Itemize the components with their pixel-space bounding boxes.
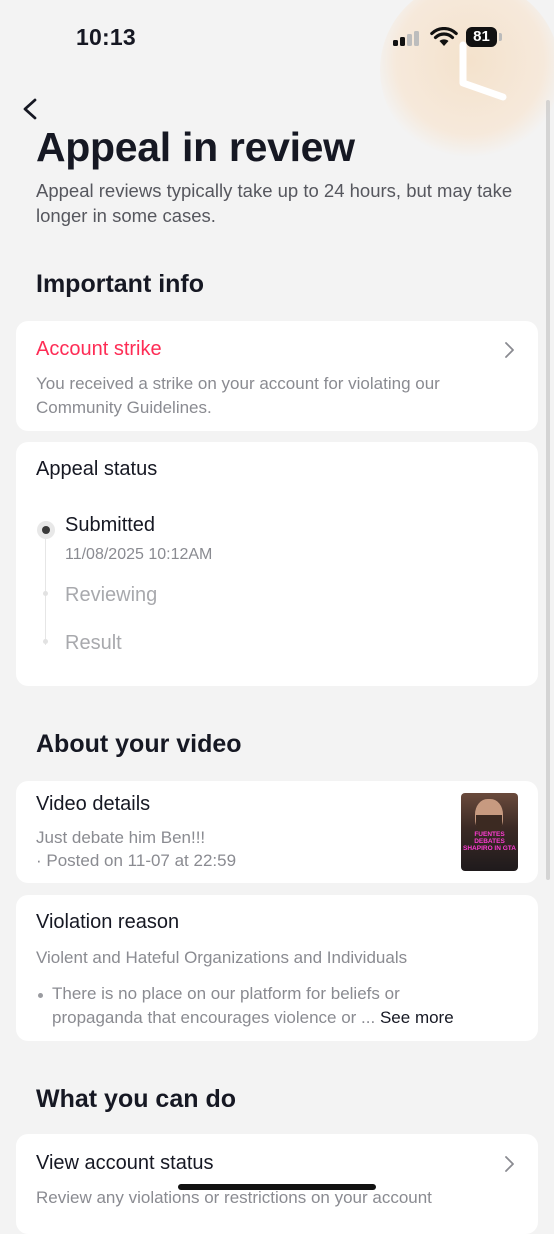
signal-icon	[393, 30, 423, 46]
violation-detail-line1: There is no place on our platform for be…	[52, 984, 400, 1003]
timeline-dot	[43, 639, 48, 644]
video-details-card[interactable]: Video details Just debate him Ben!!! · P…	[16, 781, 538, 883]
section-heading-what-you-can-do: What you can do	[36, 1085, 236, 1113]
page-subtitle: Appeal reviews typically take up to 24 h…	[36, 180, 513, 226]
violation-reason-card: Violation reason Violent and Hateful Org…	[16, 895, 538, 1041]
chevron-right-icon	[505, 1156, 514, 1172]
step-result: Result	[65, 632, 122, 654]
status-time: 10:13	[76, 24, 136, 50]
chevron-right-icon	[505, 342, 514, 358]
account-status-title: View account status	[36, 1152, 214, 1174]
battery-nub	[499, 33, 502, 41]
page-title: Appeal in review	[36, 124, 355, 170]
see-more-link[interactable]: See more	[380, 1008, 454, 1027]
wifi-icon	[430, 27, 458, 46]
home-indicator[interactable]	[178, 1184, 376, 1190]
appeal-status-title: Appeal status	[36, 458, 158, 480]
timeline-dot-active	[37, 521, 55, 539]
account-strike-title: Account strike	[36, 338, 162, 360]
account-strike-description: You received a strike on your account fo…	[36, 374, 440, 417]
violation-reason-title: Violation reason	[36, 911, 180, 933]
video-posted-date: · Posted on 11-07 at 22:59	[36, 851, 237, 870]
battery-icon: 81	[466, 27, 497, 47]
section-heading-important-info: Important info	[36, 270, 205, 298]
violation-reason-text: Violent and Hateful Organizations and In…	[36, 948, 408, 967]
appeal-status-card: Appeal status Submitted 11/08/2025 10:12…	[16, 442, 538, 686]
thumbnail-caption: FUENTES DEBATES SHAPIRO IN GTA	[463, 831, 516, 852]
step-submitted: Submitted	[65, 514, 156, 536]
step-submitted-date: 11/08/2025 10:12AM	[65, 546, 213, 563]
back-button[interactable]	[18, 94, 46, 124]
violation-detail-text: propaganda that encourages violence or .…	[52, 1008, 376, 1027]
chevron-left-icon	[23, 98, 37, 120]
bullet-dot	[38, 993, 43, 998]
account-strike-card[interactable]: Account strike You received a strike on …	[16, 321, 538, 431]
video-details-title: Video details	[36, 793, 151, 815]
video-caption: Just debate him Ben!!!	[36, 828, 206, 847]
scrollbar[interactable]	[546, 100, 550, 880]
video-thumbnail[interactable]: FUENTES DEBATES SHAPIRO IN GTA	[461, 793, 518, 871]
timeline-dot	[43, 591, 48, 596]
section-heading-about-video: About your video	[36, 730, 242, 758]
step-reviewing: Reviewing	[65, 584, 158, 606]
violation-detail-line2: propaganda that encourages violence or .…	[52, 1006, 454, 1030]
